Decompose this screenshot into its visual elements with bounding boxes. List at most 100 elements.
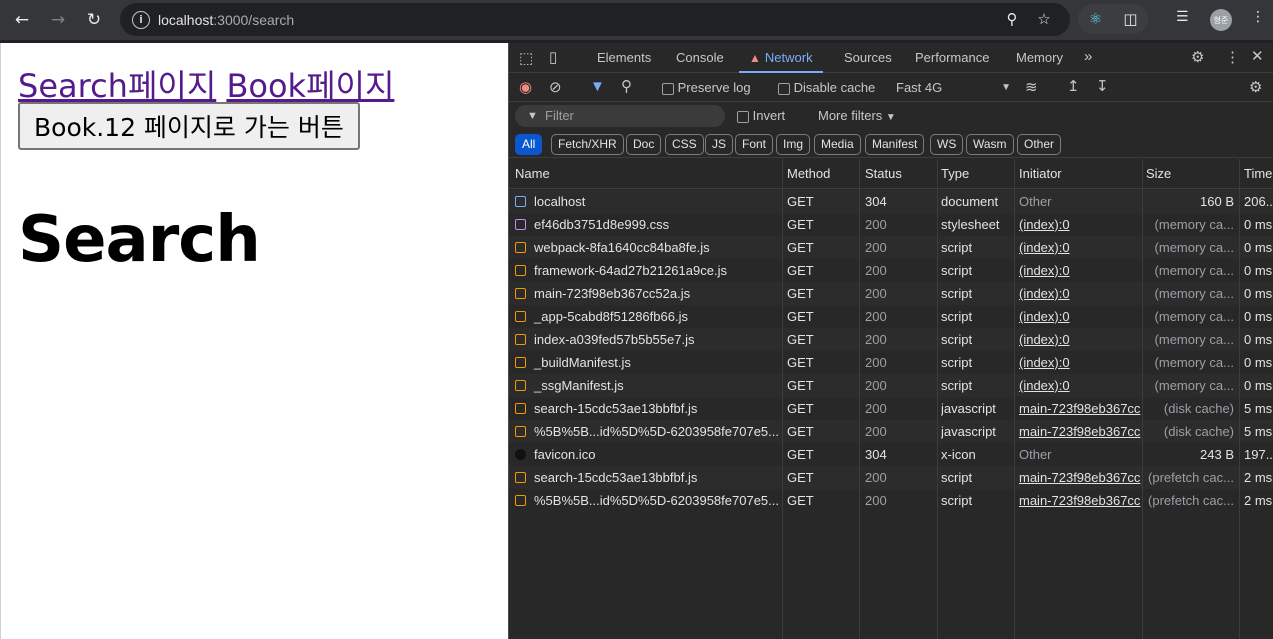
- request-name[interactable]: search-15cdc53ae13bbfbf.js: [515, 466, 783, 489]
- extensions-puzzle-icon[interactable]: ◫: [1120, 8, 1142, 30]
- table-row[interactable]: favicon.ico GET 304 x-icon Other 243 B 197...: [509, 443, 1273, 466]
- table-row[interactable]: search-15cdc53ae13bbfbf.js GET 200 javascri…: [509, 397, 1273, 420]
- chip-wasm[interactable]: Wasm: [966, 134, 1014, 155]
- url-text[interactable]: localhost:3000/search: [158, 12, 294, 28]
- chip-manifest[interactable]: Manifest: [865, 134, 925, 155]
- bookmark-star-icon[interactable]: ☆: [1034, 9, 1054, 29]
- throttling-select[interactable]: Fast 4G ▼: [896, 80, 1011, 95]
- request-initiator[interactable]: (index):0: [1019, 374, 1142, 397]
- request-name[interactable]: %5B%5B...id%5D%5D-6203958fe707e5...: [515, 420, 783, 443]
- tab-performance[interactable]: Performance: [915, 43, 989, 73]
- more-menu-icon[interactable]: ⋮: [1251, 9, 1265, 25]
- network-conditions-icon[interactable]: ≋: [1025, 78, 1038, 96]
- request-name[interactable]: _app-5cabd8f51286fb66.js: [515, 305, 783, 328]
- request-initiator[interactable]: main-723f98eb367cc: [1019, 420, 1142, 443]
- chip-fetch-xhr[interactable]: Fetch/XHR: [551, 134, 624, 155]
- col-status[interactable]: Status: [865, 159, 902, 189]
- request-name[interactable]: _ssgManifest.js: [515, 374, 783, 397]
- chip-ws[interactable]: WS: [930, 134, 964, 155]
- clear-icon[interactable]: ⊘: [549, 78, 562, 96]
- tab-elements[interactable]: Elements: [597, 43, 651, 73]
- devtools-menu-icon[interactable]: ⋮: [1225, 48, 1240, 66]
- disable-cache-box[interactable]: [778, 82, 790, 95]
- request-initiator[interactable]: main-723f98eb367cc: [1019, 397, 1142, 420]
- request-initiator[interactable]: (index):0: [1019, 305, 1142, 328]
- request-name[interactable]: ef46db3751d8e999.css: [515, 213, 783, 236]
- request-name[interactable]: localhost: [515, 190, 783, 213]
- invert-checkbox[interactable]: Invert: [737, 108, 785, 123]
- request-name[interactable]: _buildManifest.js: [515, 351, 783, 374]
- column-divider[interactable]: [1014, 159, 1015, 639]
- reload-icon[interactable]: ↻: [80, 6, 108, 34]
- column-divider[interactable]: [937, 159, 938, 639]
- filter-input[interactable]: ▼ Filter: [515, 105, 725, 127]
- avatar[interactable]: 형준: [1210, 9, 1232, 31]
- zoom-icon[interactable]: ⚲: [1002, 9, 1022, 29]
- table-row[interactable]: %5B%5B...id%5D%5D-6203958fe707e5... GET 20…: [509, 489, 1273, 512]
- more-filters-dropdown[interactable]: More filters ▼: [818, 108, 896, 123]
- chip-doc[interactable]: Doc: [626, 134, 662, 155]
- close-icon[interactable]: ✕: [1251, 47, 1264, 65]
- table-row[interactable]: ef46db3751d8e999.css GET 200 stylesheet (ind…: [509, 213, 1273, 236]
- request-initiator[interactable]: (index):0: [1019, 259, 1142, 282]
- table-row[interactable]: index-a039fed57b5b55e7.js GET 200 script (in…: [509, 328, 1273, 351]
- request-initiator[interactable]: (index):0: [1019, 328, 1142, 351]
- invert-box[interactable]: [737, 110, 749, 123]
- book-page-link[interactable]: Book페이지: [226, 67, 394, 105]
- chip-media[interactable]: Media: [814, 134, 861, 155]
- request-initiator[interactable]: main-723f98eb367cc: [1019, 489, 1142, 512]
- request-initiator[interactable]: (index):0: [1019, 282, 1142, 305]
- column-divider[interactable]: [859, 159, 860, 639]
- search-page-link[interactable]: Search페이지: [18, 67, 216, 105]
- chip-other[interactable]: Other: [1017, 134, 1062, 155]
- preserve-log-box[interactable]: [662, 82, 674, 95]
- request-name[interactable]: %5B%5B...id%5D%5D-6203958fe707e5...: [515, 489, 783, 512]
- tab-sources[interactable]: Sources: [844, 43, 892, 73]
- col-type[interactable]: Type: [941, 159, 969, 189]
- request-name[interactable]: index-a039fed57b5b55e7.js: [515, 328, 783, 351]
- tab-network[interactable]: ▲ Network: [739, 43, 823, 73]
- filter-funnel-icon[interactable]: ▼: [590, 78, 605, 95]
- stop-recording-icon[interactable]: ◉: [519, 78, 532, 96]
- import-har-icon[interactable]: ↥: [1067, 77, 1080, 95]
- inspect-element-icon[interactable]: ⬚: [519, 49, 533, 67]
- site-info-icon[interactable]: i: [132, 10, 150, 29]
- request-name[interactable]: favicon.ico: [515, 443, 783, 466]
- chip-all[interactable]: All: [515, 134, 543, 155]
- back-icon[interactable]: ←: [8, 6, 36, 34]
- book-12-button[interactable]: Book.12 페이지로 가는 버튼: [18, 102, 360, 150]
- device-toolbar-icon[interactable]: ▯: [549, 48, 557, 66]
- request-initiator[interactable]: (index):0: [1019, 213, 1142, 236]
- chip-css[interactable]: CSS: [665, 134, 704, 155]
- column-divider[interactable]: [1142, 159, 1143, 639]
- forward-icon[interactable]: →: [44, 6, 72, 34]
- network-settings-icon[interactable]: ⚙: [1249, 78, 1262, 96]
- column-divider[interactable]: [782, 159, 783, 639]
- col-initiator[interactable]: Initiator: [1019, 159, 1062, 189]
- column-divider[interactable]: [1239, 159, 1240, 639]
- table-row[interactable]: framework-64ad27b21261a9ce.js GET 200 scrip…: [509, 259, 1273, 282]
- table-row[interactable]: %5B%5B...id%5D%5D-6203958fe707e5... GET 20…: [509, 420, 1273, 443]
- disable-cache-checkbox[interactable]: Disable cache: [778, 80, 875, 95]
- table-row[interactable]: search-15cdc53ae13bbfbf.js GET 200 script ma…: [509, 466, 1273, 489]
- tab-memory[interactable]: Memory: [1016, 43, 1063, 73]
- tab-console[interactable]: Console: [676, 43, 724, 73]
- more-tabs-chevron-icon[interactable]: »: [1084, 48, 1092, 65]
- settings-gear-icon[interactable]: ⚙: [1191, 48, 1204, 66]
- react-devtools-icon[interactable]: ⚛: [1085, 8, 1107, 30]
- search-icon[interactable]: ⚲: [621, 77, 632, 95]
- table-row[interactable]: _app-5cabd8f51286fb66.js GET 200 script (ind…: [509, 305, 1273, 328]
- request-name[interactable]: webpack-8fa1640cc84ba8fe.js: [515, 236, 783, 259]
- request-name[interactable]: search-15cdc53ae13bbfbf.js: [515, 397, 783, 420]
- table-row[interactable]: webpack-8fa1640cc84ba8fe.js GET 200 script (…: [509, 236, 1273, 259]
- chip-js[interactable]: JS: [705, 134, 734, 155]
- request-name[interactable]: main-723f98eb367cc52a.js: [515, 282, 783, 305]
- media-queue-icon[interactable]: ☰: [1176, 9, 1189, 25]
- preserve-log-checkbox[interactable]: Preserve log: [662, 80, 751, 95]
- request-initiator[interactable]: (index):0: [1019, 351, 1142, 374]
- table-row[interactable]: _ssgManifest.js GET 200 script (index):0 (mem…: [509, 374, 1273, 397]
- table-row[interactable]: localhost GET 304 document Other 160 B 206...: [509, 190, 1273, 213]
- table-row[interactable]: main-723f98eb367cc52a.js GET 200 script (ind…: [509, 282, 1273, 305]
- table-row[interactable]: _buildManifest.js GET 200 script (index):0 (m…: [509, 351, 1273, 374]
- col-size[interactable]: Size: [1146, 159, 1171, 189]
